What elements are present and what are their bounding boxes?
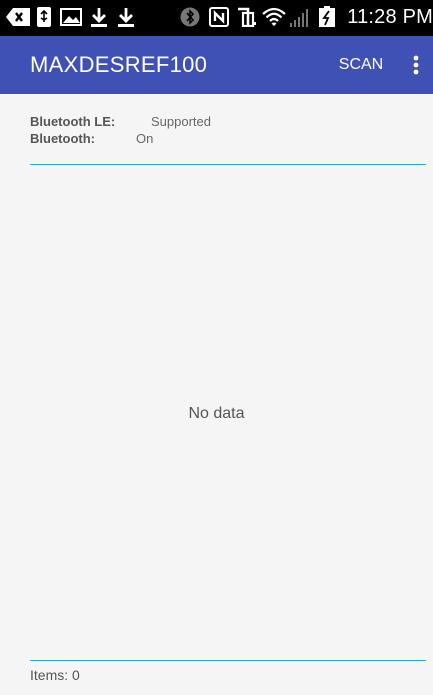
status-time: 11:28 PM [347,6,433,28]
signal-icon [289,6,311,28]
nfc-icon [209,6,229,28]
battery-charging-icon [318,6,336,28]
bluetooth-info: Bluetooth LE: Supported Bluetooth: On [30,113,330,147]
wifi-icon [262,6,286,28]
bluetooth-le-row: Bluetooth LE: Supported [30,113,330,130]
app-screen: 11:28 PM MAXDESREF100 SCAN Bluetooth LE:… [0,0,433,695]
bluetooth-value: On [136,131,154,146]
empty-list-message: No data [188,405,245,422]
image-icon [60,6,82,28]
bluetooth-row: Bluetooth: On [30,130,330,147]
bluetooth-le-value: Supported [151,114,211,129]
back-arrow-icon [6,6,30,28]
overflow-menu-icon[interactable] [404,50,428,80]
bluetooth-label: Bluetooth: [30,131,95,146]
status-bar: 11:28 PM [0,0,433,36]
vibrate-icon [236,6,258,28]
app-title: MAXDESREF100 [30,52,208,77]
download-icon [116,6,136,28]
download-icon [89,6,109,28]
usb-icon [36,6,52,28]
items-count: Items: 0 [30,667,80,683]
bluetooth-icon [180,6,200,28]
bottom-divider [30,660,426,661]
scan-button[interactable]: SCAN [331,50,391,80]
bluetooth-le-label: Bluetooth LE: [30,114,116,129]
app-bar: MAXDESREF100 SCAN [0,36,433,94]
top-divider [30,164,426,165]
